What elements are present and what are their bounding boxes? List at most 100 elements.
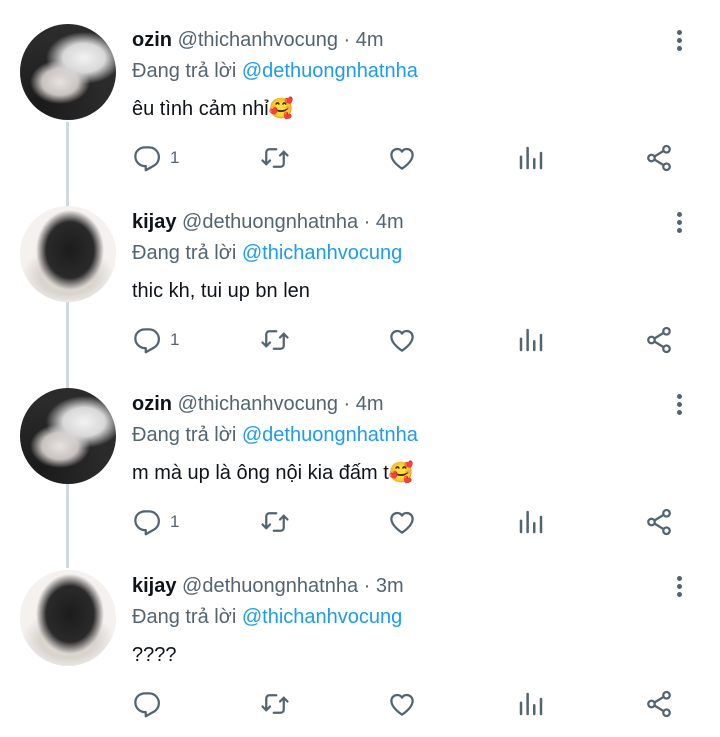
more-vertical-icon[interactable] <box>670 210 690 238</box>
retweet-icon <box>261 148 289 168</box>
heart-icon <box>390 511 414 534</box>
display-name[interactable]: kijay <box>132 211 176 233</box>
share-icon <box>647 508 671 536</box>
tweet-actions: 1 <box>0 140 720 180</box>
retweet-button[interactable] <box>260 686 290 722</box>
tweet[interactable]: kijay @dethuongnhatnha · 3m Đang trả lời… <box>0 546 720 728</box>
like-button[interactable] <box>387 322 417 358</box>
like-button[interactable] <box>387 686 417 722</box>
reply-icon <box>134 146 160 172</box>
retweet-icon <box>261 330 289 350</box>
tweet-header: ozin @thichanhvocung · 4m <box>132 28 384 52</box>
separator-dot: · <box>363 575 371 597</box>
tweet-header: ozin @thichanhvocung · 4m <box>132 392 384 416</box>
replying-to-line: Đang trả lời @thichanhvocung <box>132 241 402 265</box>
reply-count: 1 <box>170 512 180 531</box>
replying-to-mention[interactable]: @thichanhvocung <box>242 242 402 264</box>
tweet-text-body: m mà up là ông nội kia đấm t <box>132 462 389 484</box>
share-icon <box>647 144 671 172</box>
reply-icon <box>134 510 160 536</box>
heart-icon <box>390 329 414 352</box>
retweet-icon <box>261 512 289 532</box>
tweet-text: êu tình cảm nhỉ🥰 <box>132 96 294 122</box>
replying-to-label: Đang trả lời <box>132 60 237 82</box>
avatar[interactable] <box>20 206 116 302</box>
avatar[interactable] <box>20 24 116 120</box>
avatar[interactable] <box>20 388 116 484</box>
timestamp[interactable]: 4m <box>356 29 384 51</box>
replying-to-mention[interactable]: @dethuongnhatnha <box>242 424 418 446</box>
heart-icon <box>390 693 414 716</box>
emoji: 🥰 <box>388 462 414 484</box>
more-vertical-icon[interactable] <box>670 574 690 602</box>
heart-icon <box>390 147 414 170</box>
retweet-button[interactable] <box>260 140 290 176</box>
more-vertical-icon[interactable] <box>670 28 690 56</box>
avatar[interactable] <box>20 570 116 666</box>
tweet[interactable]: ozin @thichanhvocung · 4m Đang trả lời @… <box>0 364 720 546</box>
view-stats-button[interactable] <box>516 322 546 358</box>
reply-icon <box>134 692 160 718</box>
tweet-header: kijay @dethuongnhatnha · 4m <box>132 210 404 234</box>
tweet[interactable]: kijay @dethuongnhatnha · 4m Đang trả lời… <box>0 182 720 364</box>
reply-count: 1 <box>170 148 180 167</box>
replying-to-label: Đang trả lời <box>132 606 237 628</box>
view-stats-button[interactable] <box>516 504 546 540</box>
tweet-text: m mà up là ông nội kia đấm t🥰 <box>132 460 414 486</box>
share-button[interactable] <box>644 686 674 722</box>
separator-dot: · <box>363 211 371 233</box>
tweet-header: kijay @dethuongnhatnha · 3m <box>132 574 404 598</box>
username[interactable]: @dethuongnhatnha <box>182 211 358 233</box>
tweet-text: ???? <box>132 642 177 668</box>
reply-button[interactable]: 1 <box>132 322 179 358</box>
reply-count: 1 <box>170 330 180 349</box>
replying-to-line: Đang trả lời @thichanhvocung <box>132 605 402 629</box>
stats-icon <box>519 328 543 352</box>
reply-thread: ozin @thichanhvocung · 4m Đang trả lời @… <box>0 0 720 737</box>
tweet[interactable]: ozin @thichanhvocung · 4m Đang trả lời @… <box>0 0 720 182</box>
share-button[interactable] <box>644 322 674 358</box>
timestamp[interactable]: 4m <box>356 393 384 415</box>
share-icon <box>647 326 671 354</box>
more-vertical-icon[interactable] <box>670 392 690 420</box>
tweet-actions: 1 <box>0 322 720 362</box>
reply-button[interactable] <box>132 686 162 722</box>
username[interactable]: @thichanhvocung <box>178 29 338 51</box>
display-name[interactable]: ozin <box>132 29 172 51</box>
retweet-button[interactable] <box>260 504 290 540</box>
reply-button[interactable]: 1 <box>132 140 179 176</box>
stats-icon <box>519 510 543 534</box>
replying-to-mention[interactable]: @thichanhvocung <box>242 606 402 628</box>
username[interactable]: @dethuongnhatnha <box>182 575 358 597</box>
timestamp[interactable]: 4m <box>376 211 404 233</box>
tweet-actions: 1 <box>0 504 720 544</box>
view-stats-button[interactable] <box>516 686 546 722</box>
stats-icon <box>519 146 543 170</box>
retweet-button[interactable] <box>260 322 290 358</box>
tweet-text: thic kh, tui up bn len <box>132 278 310 304</box>
tweet-text-body: thic kh, tui up bn len <box>132 280 310 302</box>
timestamp[interactable]: 3m <box>376 575 404 597</box>
share-icon <box>647 690 671 718</box>
tweet-text-body: ???? <box>132 644 177 666</box>
retweet-icon <box>261 694 289 714</box>
tweet-actions <box>0 686 720 726</box>
separator-dot: · <box>343 29 351 51</box>
share-button[interactable] <box>644 504 674 540</box>
separator-dot: · <box>343 393 351 415</box>
like-button[interactable] <box>387 504 417 540</box>
replying-to-mention[interactable]: @dethuongnhatnha <box>242 60 418 82</box>
reply-icon <box>134 328 160 354</box>
replying-to-line: Đang trả lời @dethuongnhatnha <box>132 59 418 83</box>
like-button[interactable] <box>387 140 417 176</box>
replying-to-line: Đang trả lời @dethuongnhatnha <box>132 423 418 447</box>
username[interactable]: @thichanhvocung <box>178 393 338 415</box>
stats-icon <box>519 692 543 716</box>
reply-button[interactable]: 1 <box>132 504 179 540</box>
share-button[interactable] <box>644 140 674 176</box>
view-stats-button[interactable] <box>516 140 546 176</box>
display-name[interactable]: kijay <box>132 575 176 597</box>
display-name[interactable]: ozin <box>132 393 172 415</box>
tweet-text-body: êu tình cảm nhỉ <box>132 98 269 120</box>
emoji: 🥰 <box>268 98 294 120</box>
